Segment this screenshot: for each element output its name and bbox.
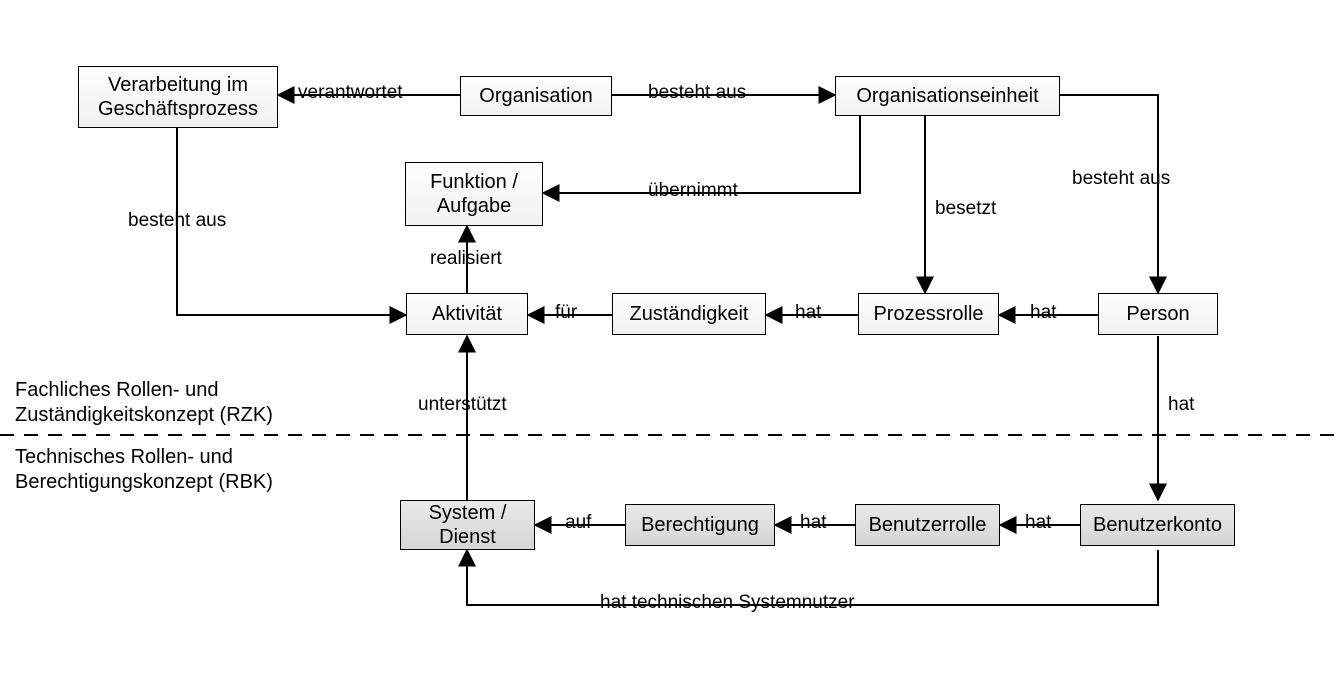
edge-hat-berechtigung: hat xyxy=(800,512,826,534)
section-lower: Technisches Rollen- und Berechtigungskon… xyxy=(15,445,273,495)
node-benutzerrolle: Benutzerrolle xyxy=(855,504,1000,546)
section-upper: Fachliches Rollen- und Zuständigkeitskon… xyxy=(15,378,273,428)
edge-realisiert: realisiert xyxy=(430,248,502,270)
node-verarbeitung: Verarbeitung im Geschäftsprozess xyxy=(78,66,278,128)
edge-besteht-aus-org: besteht aus xyxy=(648,82,746,104)
edge-hat-benutzerrolle: hat xyxy=(1025,512,1051,534)
node-prozessrolle: Prozessrolle xyxy=(858,293,999,335)
edge-besetzt: besetzt xyxy=(935,198,996,220)
edge-hat-prozessrolle: hat xyxy=(795,302,821,324)
node-label: Zuständigkeit xyxy=(630,302,749,326)
node-label: Benutzerkonto xyxy=(1093,513,1222,537)
node-label: Verarbeitung im Geschäftsprozess xyxy=(98,73,258,121)
node-label: Funktion / Aufgabe xyxy=(430,170,518,218)
node-label: Aktivität xyxy=(432,302,502,326)
node-label: System / Dienst xyxy=(429,501,507,549)
node-funktion: Funktion / Aufgabe xyxy=(405,162,543,226)
node-systemdienst: System / Dienst xyxy=(400,500,535,550)
edge-verantwortet: verantwortet xyxy=(298,82,403,104)
node-aktivitaet: Aktivität xyxy=(406,293,528,335)
edge-hat-person: hat xyxy=(1030,302,1056,324)
node-label: Benutzerrolle xyxy=(869,513,987,537)
node-label: Prozessrolle xyxy=(873,302,983,326)
node-zustaendigkeit: Zuständigkeit xyxy=(612,293,766,335)
edge-hat-systemnutzer: hat technischen Systemnutzer xyxy=(600,592,855,614)
edge-besteht-aus-person: besteht aus xyxy=(1072,168,1170,190)
node-organisation: Organisation xyxy=(460,76,612,116)
edge-unterstuetzt: unterstützt xyxy=(418,394,507,416)
edge-auf: auf xyxy=(565,512,591,534)
node-person: Person xyxy=(1098,293,1218,335)
node-label: Berechtigung xyxy=(641,513,759,537)
edge-fuer: für xyxy=(555,302,577,324)
edge-hat-benutzerkonto: hat xyxy=(1168,394,1194,416)
node-orgeinheit: Organisationseinheit xyxy=(835,76,1060,116)
node-label: Organisation xyxy=(479,84,592,108)
node-benutzerkonto: Benutzerkonto xyxy=(1080,504,1235,546)
node-label: Organisationseinheit xyxy=(856,84,1038,108)
edge-uebernimmt: übernimmt xyxy=(648,180,738,202)
node-berechtigung: Berechtigung xyxy=(625,504,775,546)
edge-besteht-aus-verarb: besteht aus xyxy=(128,210,226,232)
node-label: Person xyxy=(1126,302,1189,326)
